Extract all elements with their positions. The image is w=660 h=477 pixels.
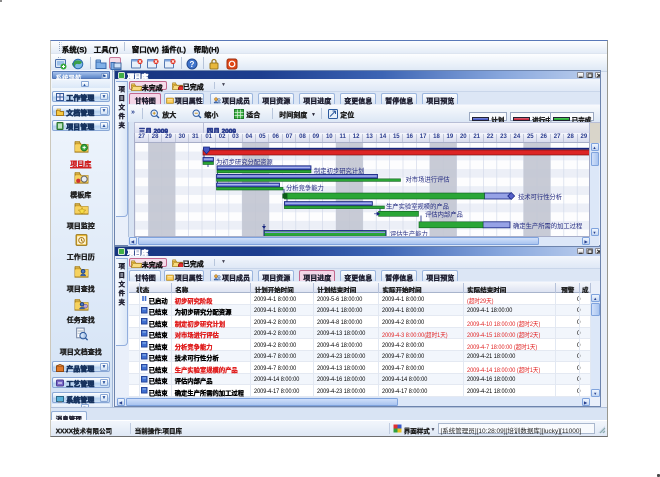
- svg-text:分析竞争能力: 分析竞争能力: [286, 183, 324, 192]
- svg-text:为初步研究分配资源: 为初步研究分配资源: [216, 157, 273, 166]
- svg-text:生产实验室规模的产品: 生产实验室规模的产品: [386, 201, 449, 210]
- svg-text:技术可行性分析: 技术可行性分析: [518, 192, 563, 201]
- svg-text:评估生产能力: 评估生产能力: [390, 229, 428, 237]
- svg-text:?: ?: [190, 60, 195, 69]
- svg-text:确定生产所需的加工过程: 确定生产所需的加工过程: [513, 220, 583, 229]
- svg-text:评估内部产品: 评估内部产品: [425, 209, 463, 218]
- svg-text:对市场进行评估: 对市场进行评估: [405, 174, 450, 183]
- svg-text:制定初步研究计划: 制定初步研究计划: [314, 165, 364, 174]
